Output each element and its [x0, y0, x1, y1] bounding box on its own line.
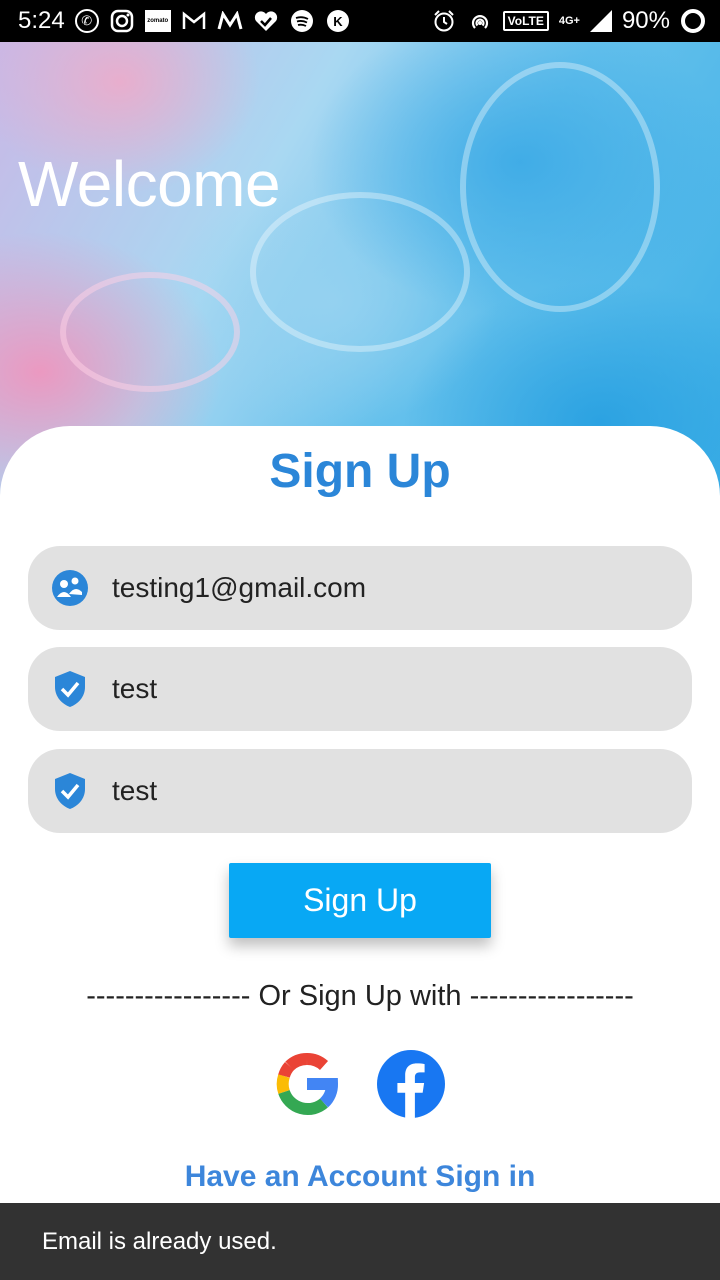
people-icon [50, 568, 90, 608]
snackbar: Email is already used. [0, 1203, 720, 1280]
signal-icon [589, 10, 612, 32]
shield-check-icon [50, 771, 90, 811]
shield-check-icon [50, 669, 90, 709]
signup-title: Sign Up [269, 445, 451, 498]
password-field[interactable] [28, 647, 692, 731]
welcome-title: Welcome [18, 148, 281, 220]
gmail-icon [181, 8, 207, 34]
battery-percent: 90% [621, 7, 670, 34]
status-bar: 5:24 ✆ zomato K VoLTE 4G+ 90% [0, 0, 720, 42]
hotspot-icon [467, 8, 493, 34]
status-bar-left: 5:24 ✆ zomato K [18, 7, 351, 35]
signup-button[interactable]: Sign Up [229, 863, 491, 938]
spotify-icon [289, 8, 315, 34]
svg-text:K: K [333, 14, 343, 29]
medium-icon [217, 8, 243, 34]
facebook-icon[interactable] [377, 1050, 445, 1118]
google-icon[interactable] [273, 1050, 341, 1118]
kaios-icon: K [325, 8, 351, 34]
password-input[interactable] [112, 673, 672, 705]
status-time: 5:24 [18, 7, 65, 34]
whatsapp-icon: ✆ [74, 9, 99, 33]
confirm-password-field[interactable] [28, 749, 692, 833]
hero-swirl [60, 272, 240, 392]
confirm-password-input[interactable] [112, 775, 672, 807]
zomato-icon: zomato [144, 10, 171, 32]
email-input[interactable] [112, 572, 672, 604]
signin-link[interactable]: Have an Account Sign in [0, 1160, 720, 1194]
network-type: 4G+ [558, 15, 580, 27]
battery-ring-icon [680, 8, 706, 34]
alarm-icon [431, 8, 457, 34]
status-bar-right: VoLTE 4G+ 90% [431, 7, 706, 35]
hero-swirl [250, 192, 470, 352]
email-field[interactable] [28, 546, 692, 630]
social-divider: ----------------- Or Sign Up with ------… [86, 980, 634, 1012]
heart-check-icon [253, 8, 279, 34]
hero-swirl [460, 62, 660, 312]
instagram-icon [109, 8, 135, 34]
snackbar-message: Email is already used. [42, 1227, 277, 1255]
volte-badge: VoLTE [502, 11, 549, 31]
